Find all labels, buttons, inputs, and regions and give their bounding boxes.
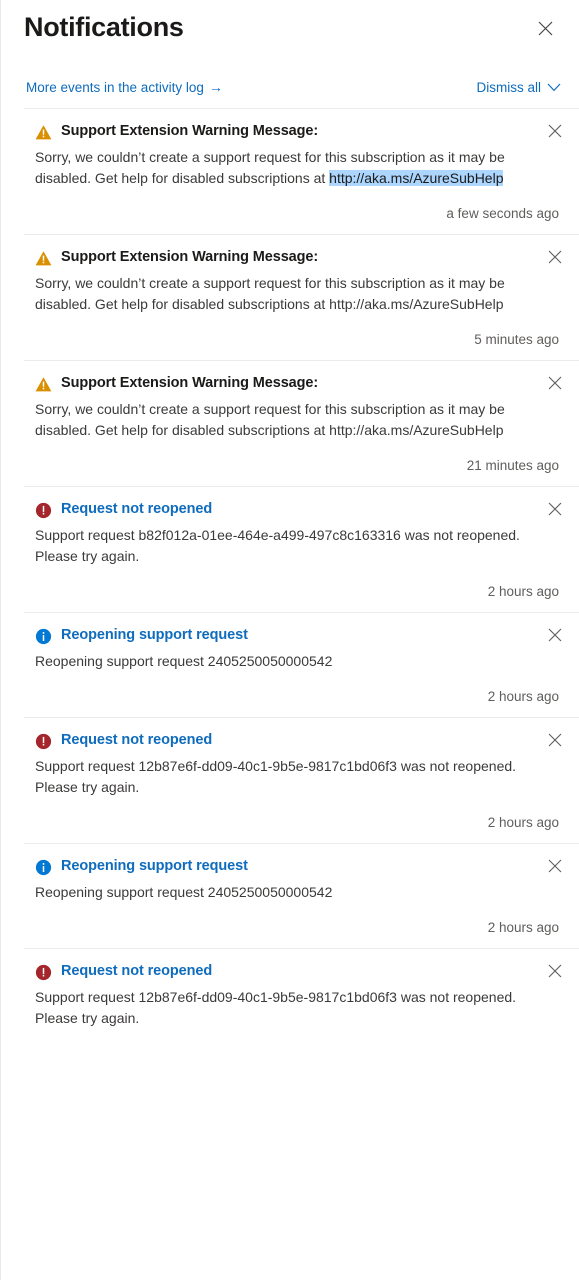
selected-url-text[interactable]: http://aka.ms/AzureSubHelp xyxy=(329,169,504,186)
close-icon xyxy=(548,859,562,876)
close-icon xyxy=(548,733,562,750)
close-icon xyxy=(548,124,562,141)
notification-item: Support Extension Warning Message: Sorry,… xyxy=(24,108,579,234)
dismiss-notification-button[interactable] xyxy=(541,958,569,986)
dismiss-notification-button[interactable] xyxy=(541,727,569,755)
error-circle-icon xyxy=(35,731,52,750)
notification-item: Support Extension Warning Message: Sorry,… xyxy=(24,234,579,360)
notification-body: Support request 12b87e6f-dd09-40c1-9b5e-… xyxy=(35,757,517,796)
close-icon xyxy=(548,964,562,981)
close-icon xyxy=(548,502,562,519)
notification-timestamp: 2 hours ago xyxy=(487,920,559,936)
dismiss-notification-button[interactable] xyxy=(541,622,569,650)
error-circle-icon xyxy=(35,500,52,519)
notification-header: Request not reopened xyxy=(35,731,561,751)
error-circle-icon xyxy=(35,962,52,981)
notification-header: Request not reopened xyxy=(35,500,561,520)
dismiss-notification-button[interactable] xyxy=(541,853,569,881)
notification-body: Sorry, we couldn’t create a support requ… xyxy=(35,400,505,439)
notifications-panel: Notifications More events in the activit… xyxy=(0,0,579,1280)
dismiss-notification-button[interactable] xyxy=(541,496,569,524)
notification-item: Request not reopened Support request 12b8… xyxy=(24,948,579,1029)
notification-title[interactable]: Request not reopened xyxy=(61,731,212,751)
notification-body: Sorry, we couldn’t create a support requ… xyxy=(35,148,505,186)
panel-header: Notifications xyxy=(1,0,579,66)
close-icon xyxy=(538,21,553,36)
notification-item: Reopening support request Reopening suppo… xyxy=(24,612,579,717)
notification-timestamp: 2 hours ago xyxy=(487,689,559,705)
notification-timestamp: a few seconds ago xyxy=(446,206,559,222)
notification-header: Support Extension Warning Message: xyxy=(35,374,561,394)
info-circle-icon xyxy=(35,857,52,876)
dismiss-all-label: Dismiss all xyxy=(476,79,541,95)
notification-title[interactable]: Reopening support request xyxy=(61,626,248,646)
notification-header: Support Extension Warning Message: xyxy=(35,122,561,142)
page-title: Notifications xyxy=(24,12,184,42)
notification-body: Support request 12b87e6f-dd09-40c1-9b5e-… xyxy=(35,988,517,1026)
notification-list: Support Extension Warning Message: Sorry,… xyxy=(1,108,579,1280)
notification-title: Support Extension Warning Message: xyxy=(61,249,319,266)
warning-triangle-icon xyxy=(35,374,52,393)
more-events-label: More events in the activity log xyxy=(26,79,204,95)
close-icon xyxy=(548,376,562,393)
warning-triangle-icon xyxy=(35,122,52,141)
notification-body: Reopening support request 24052500500005… xyxy=(35,883,333,900)
dismiss-all-button[interactable]: Dismiss all xyxy=(476,80,561,95)
notification-header: Support Extension Warning Message: xyxy=(35,248,561,268)
notification-title[interactable]: Request not reopened xyxy=(61,500,212,520)
notification-item: Reopening support request Reopening suppo… xyxy=(24,843,579,948)
notification-body: Support request b82f012a-01ee-464e-a499-… xyxy=(35,526,520,565)
info-circle-icon xyxy=(35,626,52,645)
more-events-activity-log-link[interactable]: More events in the activity log → xyxy=(26,80,223,95)
dismiss-notification-button[interactable] xyxy=(541,118,569,146)
notification-title[interactable]: Reopening support request xyxy=(61,857,248,877)
close-panel-button[interactable] xyxy=(529,12,561,44)
notification-timestamp: 21 minutes ago xyxy=(466,458,559,474)
close-icon xyxy=(548,628,562,645)
notification-item: Request not reopened Support request 12b8… xyxy=(24,717,579,843)
dismiss-notification-button[interactable] xyxy=(541,370,569,398)
arrow-right-icon: → xyxy=(208,79,223,95)
dismiss-notification-button[interactable] xyxy=(541,244,569,272)
notification-header: Request not reopened xyxy=(35,962,561,982)
notification-timestamp: 5 minutes ago xyxy=(474,332,559,348)
notification-title: Support Extension Warning Message: xyxy=(61,123,319,139)
notification-body: Sorry, we couldn’t create a support requ… xyxy=(35,274,505,312)
notification-title: Support Extension Warning Message: xyxy=(61,375,319,392)
notification-title[interactable]: Request not reopened xyxy=(61,962,212,982)
notification-header: Reopening support request xyxy=(35,626,561,646)
notification-timestamp: 2 hours ago xyxy=(487,584,559,600)
notification-body: Reopening support request 24052500500005… xyxy=(35,652,333,669)
chevron-down-icon xyxy=(547,83,561,92)
close-icon xyxy=(548,250,562,267)
action-bar: More events in the activity log → Dismis… xyxy=(1,66,579,108)
notification-timestamp: 2 hours ago xyxy=(487,815,559,831)
notification-item: Request not reopened Support request b82f… xyxy=(24,486,579,612)
warning-triangle-icon xyxy=(35,248,52,267)
notification-item: Support Extension Warning Message: Sorry,… xyxy=(24,360,579,486)
notification-header: Reopening support request xyxy=(35,857,561,877)
